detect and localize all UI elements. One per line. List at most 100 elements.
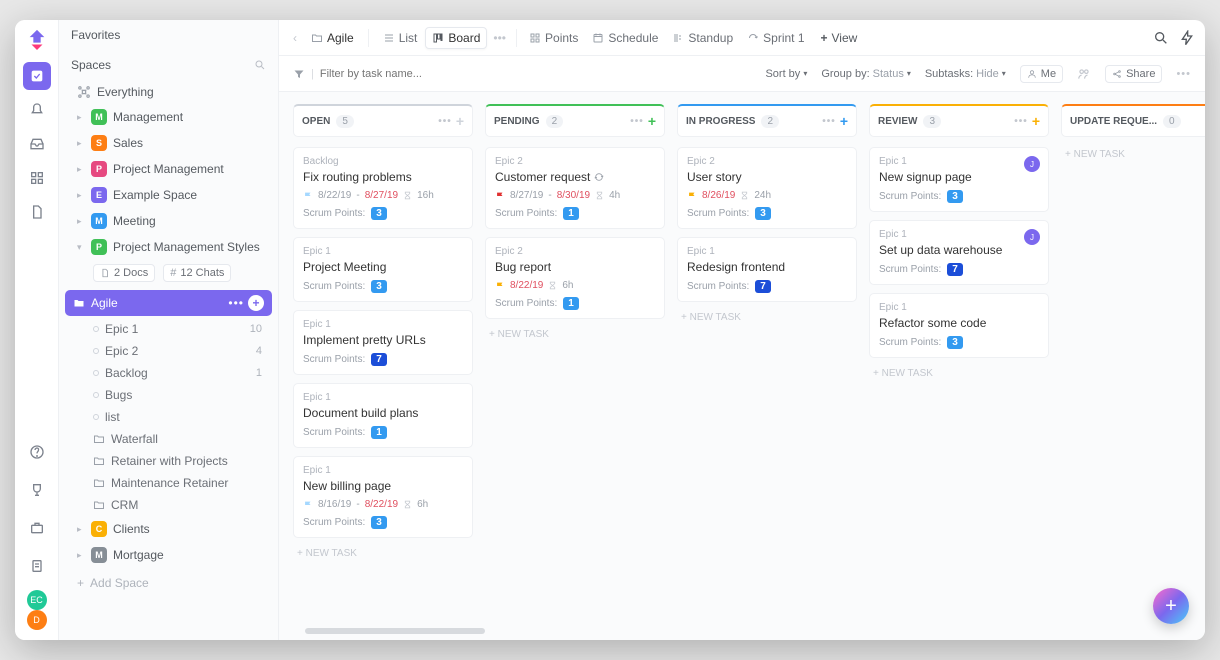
subtasks-button[interactable]: Subtasks: Hide ▾: [925, 68, 1006, 80]
task-card[interactable]: BacklogFix routing problems8/22/19-8/27/…: [293, 147, 473, 229]
favorites-header[interactable]: Favorites: [59, 20, 278, 50]
view-more-icon[interactable]: •••: [489, 31, 510, 45]
search-icon[interactable]: [254, 59, 266, 71]
add-space-button[interactable]: +Add Space: [59, 568, 278, 598]
collapse-sidebar-icon[interactable]: ‹: [289, 31, 301, 45]
column-add-icon[interactable]: +: [1032, 113, 1040, 129]
rail-apps-icon[interactable]: [23, 164, 51, 192]
rail-notifications-icon[interactable]: [23, 96, 51, 124]
list-item[interactable]: Bugs: [93, 384, 278, 406]
me-button[interactable]: Me: [1020, 65, 1063, 83]
share-button[interactable]: Share: [1105, 65, 1162, 83]
sort-by-button[interactable]: Sort by ▾: [765, 68, 807, 80]
rail-clipboard-icon[interactable]: [23, 552, 51, 580]
view-tab-points[interactable]: Points: [523, 28, 584, 48]
rail-trophy-icon[interactable]: [23, 476, 51, 504]
rail-docs-icon[interactable]: [23, 198, 51, 226]
space-item[interactable]: ▸MMortgage: [59, 542, 278, 568]
more-icon[interactable]: •••: [1176, 68, 1191, 80]
column-more-icon[interactable]: •••: [822, 116, 836, 127]
user-avatar[interactable]: EC: [27, 590, 47, 610]
task-card[interactable]: Epic 2Bug report8/22/196hScrum Points:1: [485, 237, 665, 319]
new-task-button[interactable]: + NEW TASK: [1061, 147, 1205, 162]
card-title: Set up data warehouse: [879, 243, 1039, 257]
column-add-icon[interactable]: +: [840, 113, 848, 129]
new-task-button[interactable]: + NEW TASK: [293, 546, 473, 561]
column-header: UPDATE REQUE...0•••+: [1061, 104, 1205, 137]
column-more-icon[interactable]: •••: [630, 116, 644, 127]
task-card[interactable]: JEpic 1New signup pageScrum Points:3: [869, 147, 1049, 212]
docs-chip[interactable]: 2 Docs: [93, 264, 155, 282]
space-item[interactable]: ▸CClients: [59, 516, 278, 542]
new-task-button[interactable]: + NEW TASK: [485, 327, 665, 342]
spaces-header[interactable]: Spaces: [59, 50, 278, 80]
new-task-button[interactable]: + NEW TASK: [869, 366, 1049, 381]
space-label: Sales: [113, 136, 143, 150]
column-more-icon[interactable]: •••: [1014, 116, 1028, 127]
card-epic: Epic 2: [687, 156, 847, 167]
task-card[interactable]: Epic 1Implement pretty URLsScrum Points:…: [293, 310, 473, 375]
assignees-icon[interactable]: [1077, 67, 1091, 81]
folder-item[interactable]: Maintenance Retainer: [59, 472, 278, 494]
column-more-icon[interactable]: •••: [438, 116, 452, 127]
task-card[interactable]: Epic 1Project MeetingScrum Points:3: [293, 237, 473, 302]
filter-icon[interactable]: [293, 68, 305, 80]
add-icon[interactable]: +: [248, 295, 264, 311]
rail-help-icon[interactable]: [23, 438, 51, 466]
everything-item[interactable]: Everything: [59, 80, 278, 104]
left-rail: ECD: [15, 20, 59, 640]
view-tab-sprint-1[interactable]: Sprint 1: [741, 28, 810, 48]
board-column: IN PROGRESS2•••+Epic 2User story8/26/192…: [677, 104, 857, 628]
list-item[interactable]: list: [93, 406, 278, 428]
board-column: PENDING2•••+Epic 2Customer request8/27/1…: [485, 104, 665, 628]
space-item[interactable]: ▸EExample Space: [59, 182, 278, 208]
column-add-icon[interactable]: +: [648, 113, 656, 129]
task-card[interactable]: JEpic 1Set up data warehouseScrum Points…: [869, 220, 1049, 285]
space-item[interactable]: ▸PProject Management: [59, 156, 278, 182]
rail-briefcase-icon[interactable]: [23, 514, 51, 542]
doc-icon: [100, 268, 110, 278]
folder-item[interactable]: Waterfall: [59, 428, 278, 450]
view-tab-list[interactable]: List: [377, 28, 424, 48]
add-view-button[interactable]: +View: [815, 28, 864, 48]
chats-chip[interactable]: #12 Chats: [163, 264, 231, 282]
list-item[interactable]: Epic 110: [93, 318, 278, 340]
new-task-button[interactable]: + NEW TASK: [677, 310, 857, 325]
task-card[interactable]: Epic 2Customer request8/27/19-8/30/194hS…: [485, 147, 665, 229]
search-icon[interactable]: [1153, 30, 1169, 46]
list-item[interactable]: Epic 24: [93, 340, 278, 362]
view-tab-standup[interactable]: Standup: [666, 28, 739, 48]
group-by-button[interactable]: Group by: Status ▾: [821, 68, 911, 80]
user-avatar[interactable]: D: [27, 610, 47, 630]
filter-input[interactable]: [320, 68, 460, 80]
task-card[interactable]: Epic 1Refactor some codeScrum Points:3: [869, 293, 1049, 358]
space-item[interactable]: ▸MMeeting: [59, 208, 278, 234]
assignee-avatar[interactable]: J: [1024, 156, 1040, 172]
hourglass-icon: [595, 191, 604, 200]
view-tab-board[interactable]: Board: [425, 27, 487, 49]
space-item[interactable]: ▾PProject Management Styles: [59, 234, 278, 260]
quick-create-button[interactable]: +: [1153, 588, 1189, 624]
space-item[interactable]: ▸SSales: [59, 130, 278, 156]
task-card[interactable]: Epic 1New billing page8/16/19-8/22/196hS…: [293, 456, 473, 538]
list-item[interactable]: Backlog1: [93, 362, 278, 384]
rail-inbox-icon[interactable]: [23, 130, 51, 158]
folder-item[interactable]: Retainer with Projects: [59, 450, 278, 472]
column-add-icon[interactable]: +: [456, 113, 464, 129]
assignee-avatar[interactable]: J: [1024, 229, 1040, 245]
task-card[interactable]: Epic 2User story8/26/1924hScrum Points:3: [677, 147, 857, 229]
card-epic: Epic 1: [687, 246, 847, 257]
agile-folder[interactable]: Agile ••• +: [65, 290, 272, 316]
view-tab-schedule[interactable]: Schedule: [586, 28, 664, 48]
automation-icon[interactable]: [1179, 30, 1195, 46]
breadcrumb-agile[interactable]: Agile: [305, 28, 360, 48]
card-title: Project Meeting: [303, 260, 463, 274]
horizontal-scrollbar[interactable]: [305, 628, 485, 634]
task-card[interactable]: Epic 1Document build plansScrum Points:1: [293, 383, 473, 448]
task-card[interactable]: Epic 1Redesign frontendScrum Points:7: [677, 237, 857, 302]
folder-item[interactable]: CRM: [59, 494, 278, 516]
more-icon[interactable]: •••: [228, 296, 244, 310]
space-item[interactable]: ▸MManagement: [59, 104, 278, 130]
rail-tasks-icon[interactable]: [23, 62, 51, 90]
duration: 4h: [609, 190, 620, 201]
